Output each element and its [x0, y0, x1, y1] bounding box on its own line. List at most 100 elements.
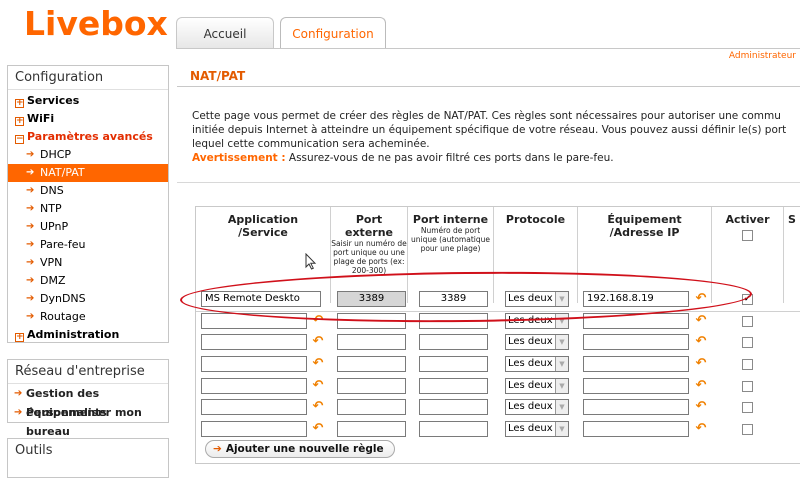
ip-address-input[interactable] — [583, 421, 689, 437]
reset-icon[interactable]: ↶ — [694, 422, 708, 436]
arrow-right-icon: ➔ — [26, 167, 35, 178]
reset-icon[interactable]: ↶ — [694, 357, 708, 371]
tab-configuration[interactable]: Configuration — [280, 17, 386, 49]
header-text: Application — [227, 213, 299, 226]
header-text: /Service — [238, 226, 288, 239]
external-port-input[interactable] — [337, 399, 406, 415]
arrow-right-icon: ➔ — [26, 185, 35, 196]
arrow-right-icon: ➔ — [26, 149, 35, 160]
sidebar-item-natpat[interactable]: ➔ NAT/PAT — [8, 164, 168, 182]
activate-checkbox[interactable] — [742, 424, 753, 435]
protocol-select[interactable]: Les deux ▼ — [505, 356, 569, 372]
reset-icon[interactable]: ↶ — [694, 314, 708, 328]
ip-address-input[interactable] — [583, 399, 689, 415]
sidebar-item-label: VPN — [40, 256, 63, 269]
tools-panel: Outils — [7, 438, 169, 478]
application-select[interactable] — [201, 378, 307, 394]
header-text: Activer — [725, 213, 770, 226]
application-select[interactable] — [201, 334, 307, 350]
sidebar-item-customize-desktop[interactable]: ➔ Personnaliser mon bureau — [8, 403, 168, 438]
header-hint: Numéro de port unique (automatique pour … — [411, 226, 490, 253]
protocol-select[interactable]: Les deux ▼ — [505, 378, 569, 394]
sidebar-item-wifi[interactable]: + WiFi — [8, 110, 168, 128]
reset-icon[interactable]: ↶ — [694, 400, 708, 414]
sidebar-item-dns[interactable]: ➔ DNS — [8, 182, 168, 200]
sidebar-item-advanced[interactable]: − Paramètres avancés — [8, 128, 168, 146]
page-description: Cette page vous permet de créer des règl… — [192, 109, 800, 165]
warning-label: Avertissement : — [192, 152, 286, 164]
sidebar-item-ntp[interactable]: ➔ NTP — [8, 200, 168, 218]
external-port-input[interactable] — [337, 356, 406, 372]
reset-icon[interactable]: ↶ — [311, 422, 325, 436]
external-port-input[interactable] — [337, 421, 406, 437]
tab-accueil[interactable]: Accueil — [176, 17, 274, 49]
reset-icon[interactable]: ↶ — [694, 379, 708, 393]
reset-icon[interactable]: ↶ — [694, 335, 708, 349]
sidebar-item-label: DynDNS — [40, 292, 86, 305]
application-select[interactable] — [201, 399, 307, 415]
protocol-value: Les deux — [508, 358, 553, 369]
sidebar-item-label: WiFi — [27, 112, 55, 125]
sidebar-item-services[interactable]: + Services — [8, 92, 168, 110]
internal-port-input[interactable] — [419, 334, 488, 350]
internal-port-input[interactable] — [419, 378, 488, 394]
sidebar-item-upnp[interactable]: ➔ UPnP — [8, 218, 168, 236]
config-panel-title: Configuration — [8, 66, 168, 90]
header-hint: Saisir un numéro de port unique ou une p… — [331, 239, 407, 275]
ip-address-input[interactable] — [583, 378, 689, 394]
activate-checkbox[interactable] — [742, 359, 753, 370]
ip-address-input[interactable] — [583, 334, 689, 350]
application-select[interactable] — [201, 356, 307, 372]
ip-address-input[interactable] — [583, 356, 689, 372]
sidebar-item-dyndns[interactable]: ➔ DynDNS — [8, 290, 168, 308]
internal-port-input[interactable] — [419, 399, 488, 415]
sidebar-item-dhcp[interactable]: ➔ DHCP — [8, 146, 168, 164]
sidebar-item-label: Services — [27, 94, 80, 107]
description-line: initiée depuis Internet à atteindre un é… — [192, 124, 787, 136]
external-port-input[interactable] — [337, 334, 406, 350]
header-divider — [176, 48, 800, 49]
activate-checkbox[interactable] — [742, 337, 753, 348]
sidebar-item-routage[interactable]: ➔ Routage — [8, 308, 168, 326]
arrow-right-icon: ➔ — [213, 443, 222, 455]
sidebar-item-device-management[interactable]: ➔ Gestion des équipements — [8, 384, 168, 419]
page-title: NAT/PAT — [177, 65, 800, 87]
sidebar-item-administration[interactable]: + Administration — [8, 326, 168, 344]
header-text: externe — [345, 226, 393, 239]
activate-checkbox[interactable] — [742, 316, 753, 327]
activate-checkbox[interactable] — [742, 381, 753, 392]
activate-checkbox[interactable] — [742, 402, 753, 413]
description-line: Cette page vous permet de créer des règl… — [192, 110, 781, 122]
protocol-select[interactable]: Les deux ▼ — [505, 421, 569, 437]
protocol-select[interactable]: Les deux ▼ — [505, 334, 569, 350]
arrow-right-icon: ➔ — [14, 388, 23, 399]
sidebar-item-label: DNS — [40, 184, 64, 197]
application-select[interactable] — [201, 421, 307, 437]
warning-line: Avertissement : Assurez-vous de ne pas a… — [192, 151, 800, 165]
arrow-right-icon: ➔ — [26, 293, 35, 304]
reset-icon[interactable]: ↶ — [311, 379, 325, 393]
sidebar-item-label: Paramètres avancés — [27, 130, 153, 143]
config-panel: Configuration + Services + WiFi − Paramètre… — [7, 65, 169, 343]
protocol-select[interactable]: Les deux ▼ — [505, 399, 569, 415]
sidebar-item-vpn[interactable]: ➔ VPN — [8, 254, 168, 272]
internal-port-input[interactable] — [419, 356, 488, 372]
reset-icon[interactable]: ↶ — [311, 357, 325, 371]
sidebar-item-label: UPnP — [40, 220, 69, 233]
arrow-right-icon: ➔ — [26, 257, 35, 268]
user-link[interactable]: Administrateur — [729, 51, 796, 61]
sidebar-item-dmz[interactable]: ➔ DMZ — [8, 272, 168, 290]
mouse-cursor-icon — [305, 253, 317, 270]
internal-port-input[interactable] — [419, 421, 488, 437]
protocol-value: Les deux — [508, 380, 553, 391]
add-rule-button[interactable]: ➔ Ajouter une nouvelle règle — [205, 440, 395, 458]
sidebar-item-firewall[interactable]: ➔ Pare-feu — [8, 236, 168, 254]
sidebar-item-label: Routage — [40, 310, 86, 323]
expand-icon: + — [15, 116, 24, 126]
reset-icon[interactable]: ↶ — [311, 400, 325, 414]
reset-icon[interactable]: ↶ — [311, 335, 325, 349]
external-port-input[interactable] — [337, 378, 406, 394]
select-all-checkbox[interactable] — [742, 229, 753, 241]
sidebar-item-label: NTP — [40, 202, 62, 215]
network-panel: Réseau d'entreprise ➔ Gestion des équipem… — [7, 359, 169, 438]
